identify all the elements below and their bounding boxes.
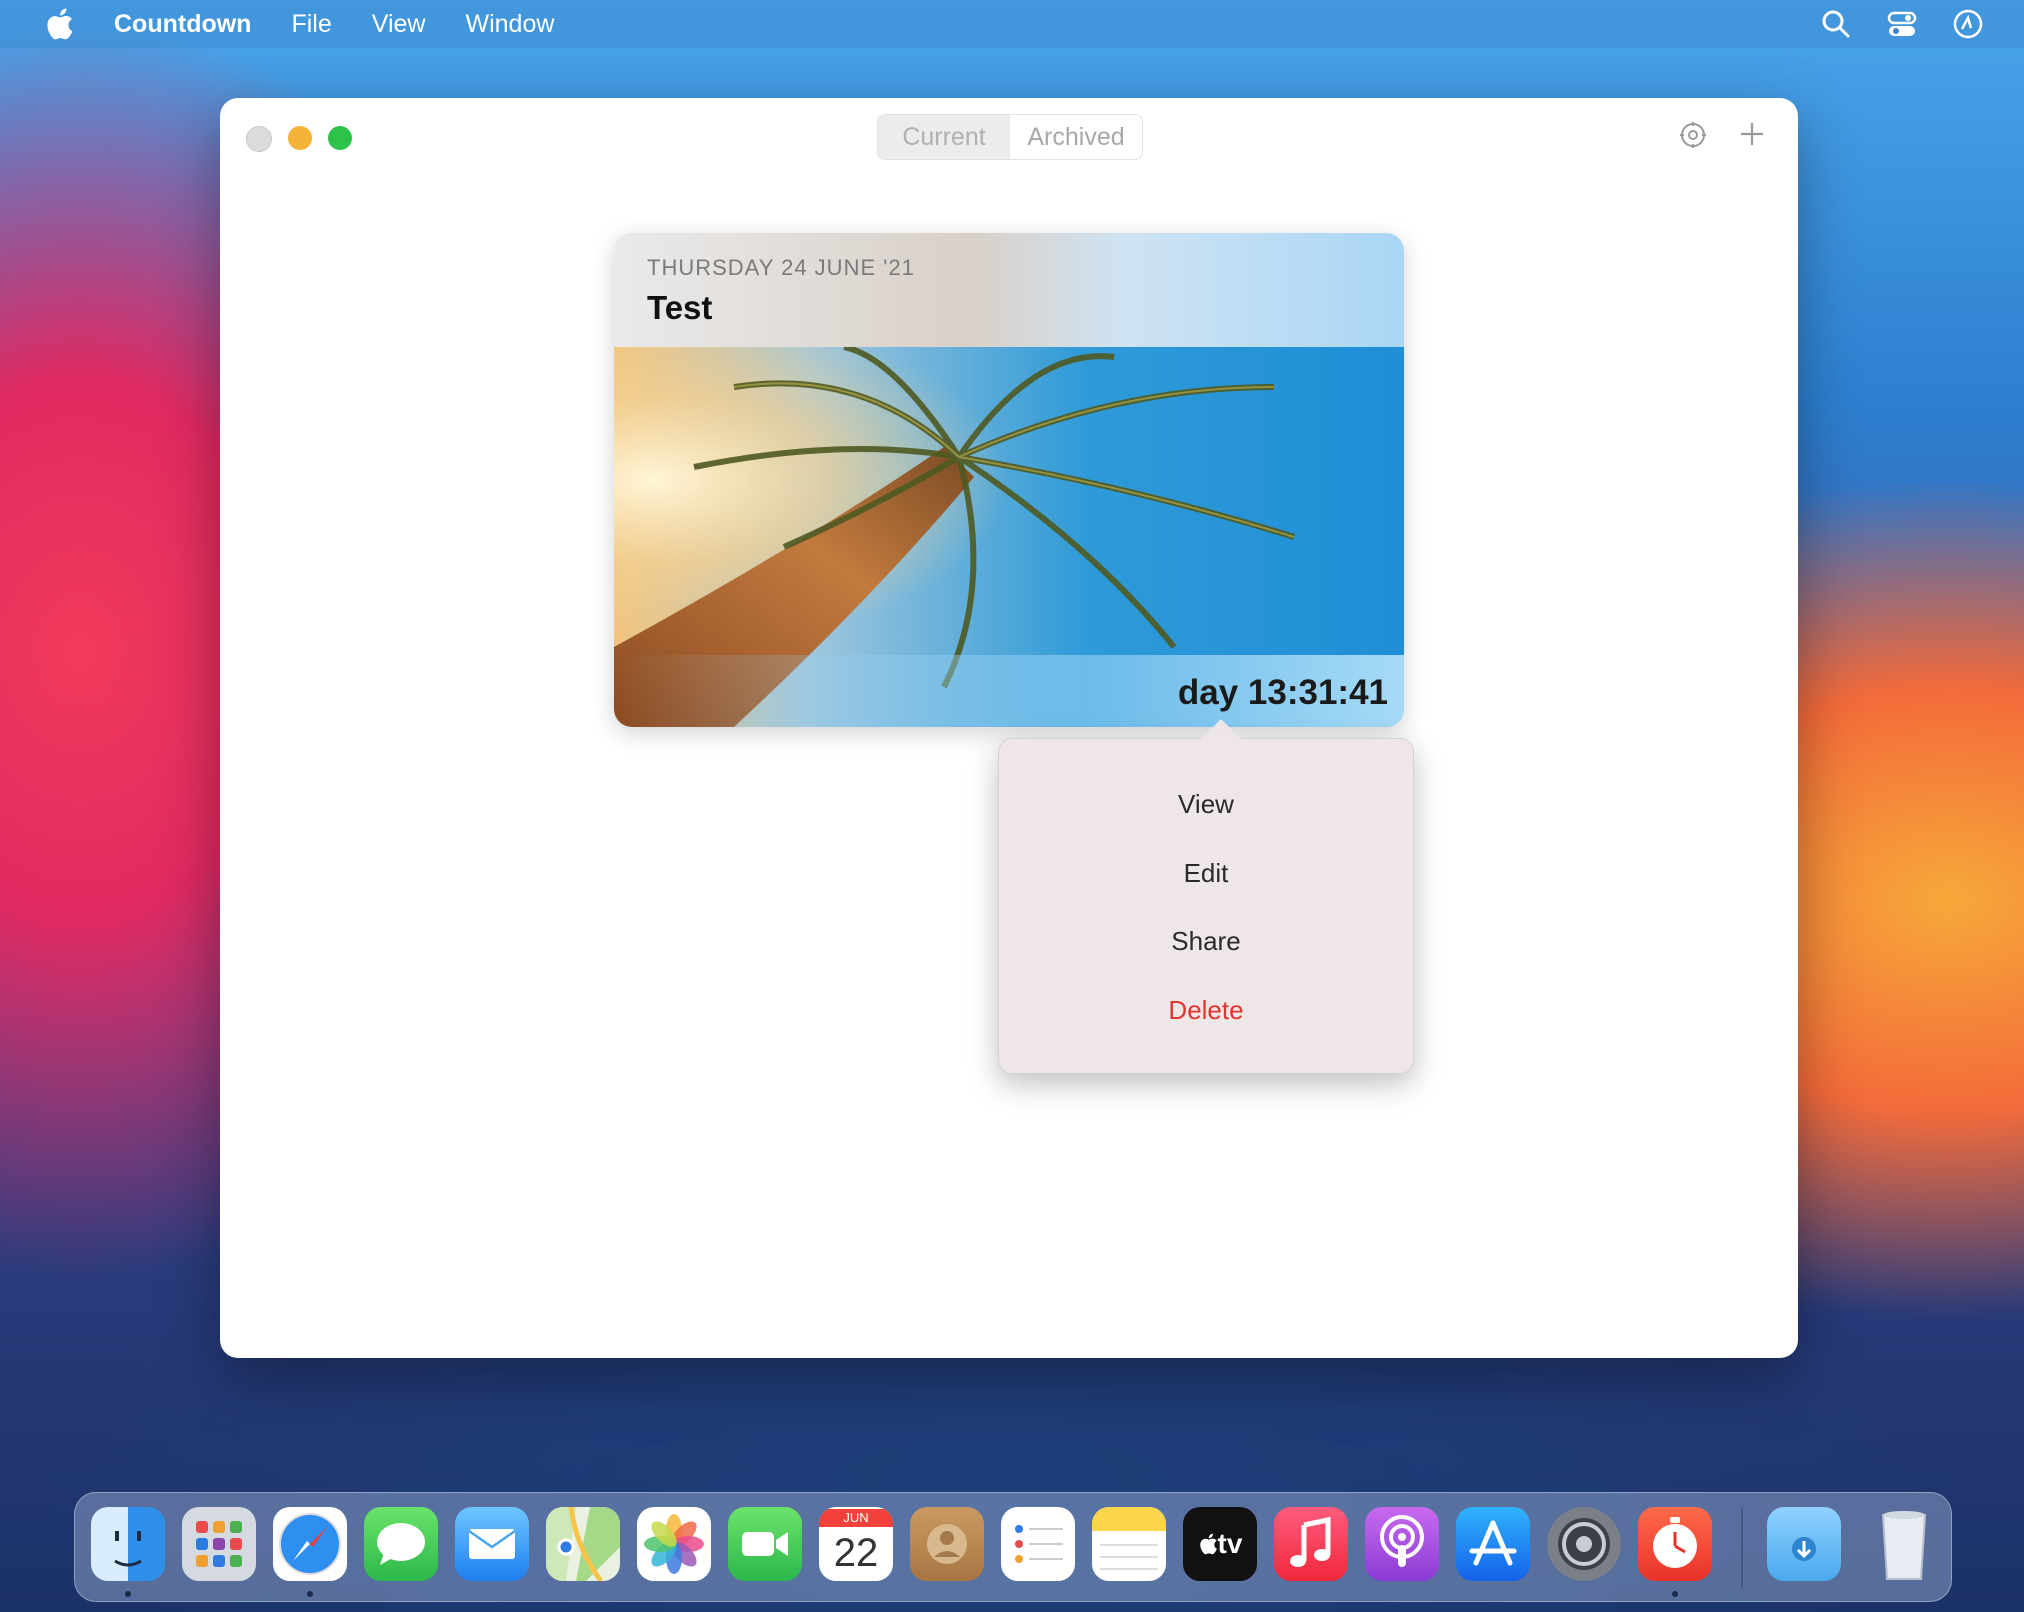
search-icon[interactable]: [1820, 8, 1852, 40]
apple-icon[interactable]: [44, 7, 74, 41]
menu-window[interactable]: Window: [466, 10, 555, 39]
calendar-day: 22: [833, 1531, 879, 1575]
countdown-app-icon[interactable]: [1638, 1507, 1712, 1581]
maps-icon[interactable]: [546, 1507, 620, 1581]
safari-icon[interactable]: [273, 1507, 347, 1581]
window-controls: [246, 126, 352, 152]
tv-label: tv: [1217, 1528, 1243, 1559]
event-card[interactable]: THURSDAY 24 JUNE '21 Test day 13:31:41: [614, 233, 1404, 727]
siri-icon[interactable]: [1952, 8, 1984, 40]
popover-arrow: [1199, 719, 1243, 741]
menu-item-edit[interactable]: Edit: [999, 858, 1413, 889]
settings-icon[interactable]: [1678, 120, 1708, 150]
countdown-timer: day 13:31:41: [1177, 673, 1388, 712]
app-window: Current Archived THURSDAY 24 JUNE '21 Te…: [220, 98, 1798, 1358]
tab-archived[interactable]: Archived: [1010, 115, 1142, 159]
system-preferences-icon[interactable]: [1547, 1507, 1621, 1581]
event-title: Test: [647, 289, 713, 326]
messages-icon[interactable]: [364, 1507, 438, 1581]
app-store-icon[interactable]: [1456, 1507, 1530, 1581]
calendar-icon[interactable]: JUN 22: [819, 1507, 893, 1581]
calendar-month: JUN: [819, 1509, 893, 1527]
menu-app-name[interactable]: Countdown: [114, 10, 251, 39]
photos-icon[interactable]: [637, 1507, 711, 1581]
dock: JUN 22 tv: [74, 1492, 1952, 1602]
menu-view[interactable]: View: [372, 10, 426, 39]
mail-icon[interactable]: [455, 1507, 529, 1581]
zoom-button[interactable]: [328, 126, 352, 150]
countdown-running-indicator: [1672, 1591, 1678, 1597]
finder-running-indicator: [125, 1591, 131, 1597]
context-menu: View Edit Share Delete: [998, 719, 1414, 1074]
reminders-icon[interactable]: [1001, 1507, 1075, 1581]
view-segmented-control: Current Archived: [877, 114, 1143, 160]
card-header: [614, 233, 1404, 347]
contacts-icon[interactable]: [910, 1507, 984, 1581]
minimize-button[interactable]: [288, 126, 312, 150]
launchpad-icon[interactable]: [182, 1507, 256, 1581]
add-icon[interactable]: [1736, 118, 1768, 150]
finder-icon[interactable]: [91, 1507, 165, 1581]
dock-separator: [1741, 1507, 1743, 1589]
tv-icon[interactable]: tv: [1183, 1507, 1257, 1581]
menu-file[interactable]: File: [291, 10, 331, 39]
menu-bar: Countdown File View Window: [0, 0, 2024, 48]
music-icon[interactable]: [1274, 1507, 1348, 1581]
notes-icon[interactable]: [1092, 1507, 1166, 1581]
downloads-folder-icon[interactable]: [1767, 1507, 1841, 1581]
tab-current[interactable]: Current: [878, 115, 1010, 159]
menu-item-view[interactable]: View: [999, 789, 1413, 820]
menu-item-share[interactable]: Share: [999, 926, 1413, 957]
menu-item-delete[interactable]: Delete: [999, 995, 1413, 1026]
control-center-icon[interactable]: [1886, 8, 1918, 40]
podcasts-icon[interactable]: [1365, 1507, 1439, 1581]
event-date: THURSDAY 24 JUNE '21: [647, 255, 915, 280]
safari-running-indicator: [307, 1591, 313, 1597]
facetime-icon[interactable]: [728, 1507, 802, 1581]
close-button[interactable]: [246, 126, 272, 152]
trash-icon[interactable]: [1867, 1507, 1941, 1581]
apple-logo-icon: [1199, 1533, 1217, 1555]
